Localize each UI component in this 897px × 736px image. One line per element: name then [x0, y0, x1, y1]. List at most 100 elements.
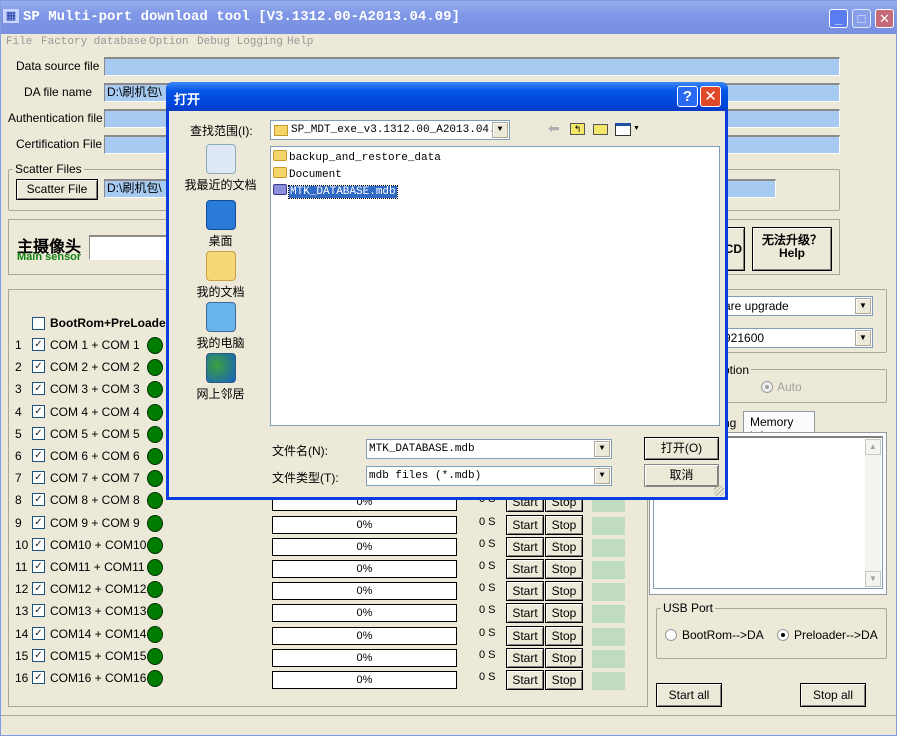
- bootrom-da-radio[interactable]: [665, 629, 677, 641]
- port-checkbox[interactable]: ✓: [32, 404, 45, 418]
- port-stop-button[interactable]: Stop: [545, 559, 583, 579]
- place-network[interactable]: 网上邻居: [179, 353, 262, 402]
- port-checkbox[interactable]: ✓: [32, 604, 45, 618]
- port-status-led: [147, 670, 163, 687]
- port-start-button[interactable]: Start: [506, 670, 544, 690]
- port-stop-button[interactable]: Stop: [545, 536, 583, 557]
- chevron-down-icon[interactable]: ▼: [594, 441, 610, 457]
- file-item[interactable]: Document: [273, 167, 342, 183]
- scroll-down-icon[interactable]: ▼: [865, 571, 881, 587]
- maximize-button[interactable]: □: [852, 9, 871, 28]
- close-button[interactable]: ✕: [875, 9, 894, 28]
- scroll-up-icon[interactable]: ▲: [865, 439, 881, 455]
- main-sensor-input[interactable]: [89, 235, 169, 260]
- start-all-button[interactable]: Start all: [656, 683, 722, 707]
- data-source-field[interactable]: [104, 57, 840, 76]
- port-checkbox[interactable]: ✓: [32, 426, 45, 440]
- menu-factory-database[interactable]: Factory database: [41, 36, 147, 48]
- help-button[interactable]: 无法升级？ Help: [752, 227, 832, 271]
- port-stop-button[interactable]: Stop: [545, 514, 583, 535]
- port-checkbox[interactable]: ✓: [32, 449, 45, 462]
- port-checkbox[interactable]: ✓: [32, 626, 45, 640]
- view-menu-dropdown-icon[interactable]: ▼: [633, 125, 640, 132]
- filename-input[interactable]: MTK_DATABASE.mdb ▼: [366, 439, 612, 459]
- port-number: 3: [15, 382, 22, 397]
- baud-select[interactable]: 921600 ▼: [721, 328, 873, 348]
- mode-select[interactable]: are upgrade ▼: [721, 296, 873, 316]
- port-number: 1: [15, 338, 22, 352]
- port-elapsed-time: 0 S: [479, 560, 496, 572]
- view-menu-icon[interactable]: [615, 123, 631, 136]
- dialog-help-button[interactable]: ?: [677, 86, 698, 107]
- minimize-button[interactable]: _: [829, 9, 848, 28]
- file-list[interactable]: backup_and_restore_data Document MTK_DAT…: [270, 146, 720, 426]
- cancel-button[interactable]: 取消: [644, 464, 719, 487]
- usb-port-legend: USB Port: [661, 601, 716, 615]
- place-desktop[interactable]: 桌面: [179, 200, 262, 249]
- port-checkbox[interactable]: ✓: [32, 671, 45, 684]
- port-start-button[interactable]: Start: [506, 514, 544, 535]
- auto-radio[interactable]: [761, 381, 773, 393]
- bootrom-preloader-checkbox[interactable]: [32, 317, 45, 330]
- dialog-close-button[interactable]: ✕: [700, 86, 721, 107]
- port-start-button[interactable]: Start: [506, 536, 544, 557]
- port-stop-button[interactable]: Stop: [545, 603, 583, 624]
- chevron-down-icon[interactable]: ▼: [492, 122, 508, 138]
- port-start-button[interactable]: Start: [506, 559, 544, 579]
- tab-memory-info[interactable]: Memory info: [743, 411, 815, 443]
- port-checkbox[interactable]: ✓: [32, 360, 45, 374]
- port-row: 10 ✓ COM10 + COM10 0% 0 S Start Stop: [1, 536, 641, 558]
- open-button[interactable]: 打开(O): [644, 437, 719, 460]
- port-checkbox[interactable]: ✓: [32, 382, 45, 396]
- scrollbar[interactable]: ▲ ▼: [865, 439, 881, 587]
- port-label: COM 3 + COM 3: [50, 382, 140, 397]
- lookin-select[interactable]: SP_MDT_exe_v3.1312.00_A2013.04.09_cu ▼: [270, 120, 510, 140]
- port-checkbox[interactable]: ✓: [32, 582, 45, 596]
- port-status-led: [147, 403, 163, 421]
- main-window: ▦ SP Multi-port download tool [V3.1312.0…: [0, 0, 897, 736]
- preloader-da-radio[interactable]: [777, 629, 789, 641]
- port-start-button[interactable]: Start: [506, 647, 544, 668]
- port-row: 9 ✓ COM 9 + COM 9 0% 0 S Start Stop: [1, 514, 641, 536]
- port-checkbox[interactable]: ✓: [32, 338, 45, 351]
- scatter-file-button[interactable]: Scatter File: [16, 179, 98, 200]
- chevron-down-icon[interactable]: ▼: [594, 468, 610, 484]
- stop-all-button[interactable]: Stop all: [800, 683, 866, 707]
- port-checkbox[interactable]: ✓: [32, 648, 45, 662]
- port-checkbox[interactable]: ✓: [32, 560, 45, 573]
- place-my-documents[interactable]: 我的文档: [179, 251, 262, 300]
- resize-grip[interactable]: [714, 486, 724, 496]
- port-checkbox[interactable]: ✓: [32, 493, 45, 507]
- port-stop-button[interactable]: Stop: [545, 625, 583, 646]
- folder-icon: [274, 125, 288, 136]
- port-stop-button[interactable]: Stop: [545, 670, 583, 690]
- chevron-down-icon[interactable]: ▼: [855, 330, 871, 346]
- menu-help[interactable]: Help: [287, 36, 313, 48]
- port-start-button[interactable]: Start: [506, 581, 544, 602]
- file-item-selected[interactable]: MTK_DATABASE.mdb: [273, 184, 398, 200]
- back-icon[interactable]: ⬅: [548, 120, 560, 137]
- port-checkbox[interactable]: ✓: [32, 537, 45, 551]
- port-number: 2: [15, 360, 22, 375]
- port-stop-button[interactable]: Stop: [545, 581, 583, 602]
- port-progress-bar: 0%: [272, 648, 457, 667]
- filetype-label: 文件类型(T):: [272, 471, 339, 485]
- port-status-led: [147, 536, 163, 554]
- file-item[interactable]: backup_and_restore_data: [273, 150, 441, 166]
- filetype-select[interactable]: mdb files (*.mdb) ▼: [366, 466, 612, 486]
- up-folder-icon[interactable]: ↰: [570, 123, 585, 135]
- menu-file[interactable]: File: [6, 36, 32, 48]
- bootrom-da-label: BootRom-->DA: [682, 628, 764, 642]
- chevron-down-icon[interactable]: ▼: [855, 298, 871, 314]
- port-number: 10: [15, 537, 29, 552]
- new-folder-icon[interactable]: [593, 124, 608, 135]
- place-recent[interactable]: 我最近的文档: [179, 144, 262, 193]
- port-start-button[interactable]: Start: [506, 625, 544, 646]
- port-start-button[interactable]: Start: [506, 603, 544, 624]
- place-my-computer[interactable]: 我的电脑: [179, 302, 262, 351]
- menu-debug-logging[interactable]: Debug Logging: [197, 36, 283, 48]
- menu-option[interactable]: Option: [149, 36, 189, 48]
- port-checkbox[interactable]: ✓: [32, 515, 45, 529]
- port-checkbox[interactable]: ✓: [32, 471, 45, 485]
- port-stop-button[interactable]: Stop: [545, 647, 583, 668]
